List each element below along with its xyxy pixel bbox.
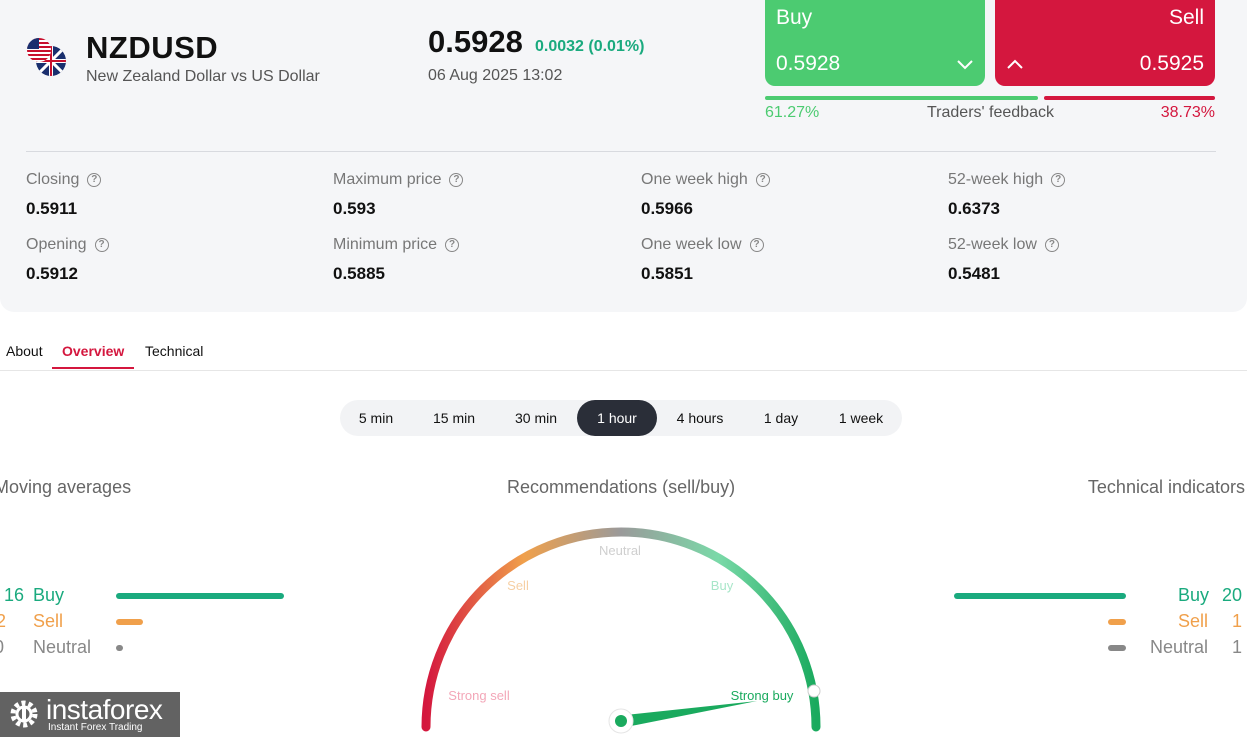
ti-neutral-bar [1108,645,1126,651]
instaforex-logo: instaforex Instant Forex Trading [0,692,180,737]
sell-button[interactable]: Sell 0.5925 [995,0,1215,86]
ma-sell-bar [116,619,143,625]
recommendation-gauge: Neutral Sell Buy Strong sell Strong buy [421,527,821,734]
ma-buy-label: Buy [33,585,65,605]
ma-neutral-count: 0 [0,637,4,658]
ti-neutral-count: 1 [1232,637,1243,657]
gauge-needle [616,701,757,727]
header-divider [26,151,1216,152]
stat-label: Minimum price [333,236,438,253]
ma-buy-count: 16 [3,585,24,605]
help-icon[interactable]: ? [755,173,770,187]
nz-us-flag-icon [27,38,66,76]
period-1-hour[interactable]: 1 hour [577,400,657,436]
gauge-label-neutral: Neutral [599,543,641,558]
help-icon[interactable]: ? [749,238,764,252]
logo-tagline: Instant Forex Trading [48,722,143,733]
gauge-label-buy: Buy [711,578,734,593]
help-icon[interactable]: ? [1044,238,1059,252]
tab-technical[interactable]: Technical [145,343,203,359]
stat-label: Opening [26,236,87,253]
stat-value: 0.5481 [948,264,1000,283]
technical-indicators-title: Technical indicators [1087,477,1245,497]
ma-neutral-label: Neutral [33,637,92,657]
instrument-name: New Zealand Dollar vs US Dollar [86,68,320,85]
gear-logo-icon [10,700,38,728]
feedback-buy-bar [765,96,1038,100]
price-change: 0.0032 (0.01%) [535,38,645,55]
stat-value: 0.6373 [948,199,1000,218]
stat-value: 0.5885 [333,264,385,283]
period-1-week[interactable]: 1 week [822,400,900,436]
help-icon[interactable]: ? [449,173,464,187]
help-icon[interactable]: ? [1051,173,1066,187]
ti-buy-bar [954,593,1126,599]
feedback-sell-bar [1044,96,1215,100]
stat-minimum-price: Minimum price? 0.5885 [333,236,460,284]
chevron-up-icon [1007,59,1023,69]
stat-label: Maximum price [333,171,442,188]
stat-one-week-low: One week low? 0.5851 [641,236,764,284]
stat-opening: Opening? 0.5912 [26,236,109,284]
ma-sell-label: Sell [33,611,64,631]
sell-price: 0.5925 [1139,52,1204,75]
period-4-hours[interactable]: 4 hours [660,400,740,436]
period-15-min[interactable]: 15 min [414,400,494,436]
gauge-label-sell: Sell [507,578,529,593]
tab-overview[interactable]: Overview [62,343,124,359]
ti-sell-count: 1 [1232,611,1243,631]
stat-value: 0.5851 [641,264,693,283]
ti-buy-label: Buy [1178,585,1210,605]
stat-label: One week low [641,236,742,253]
buy-button[interactable]: Buy 0.5928 [765,0,985,86]
buy-label: Buy [776,6,813,29]
tab-about[interactable]: About [6,343,43,359]
stat-value: 0.5911 [26,199,78,218]
timeframe-selector: 5 min 15 min 30 min 1 hour 4 hours 1 day… [340,400,902,436]
recommendations-title: Recommendations (sell/buy) [507,477,736,497]
stat-52-week-low: 52-week low? 0.5481 [948,236,1059,284]
help-icon[interactable]: ? [87,173,102,187]
stat-label: Closing [26,171,80,188]
help-icon[interactable]: ? [445,238,460,252]
moving-averages-title: Moving averages [0,477,132,497]
stat-label: One week high [641,171,748,188]
feedback-sell-percent: 38.73% [1160,104,1215,121]
instrument-header: NZDUSD New Zealand Dollar vs US Dollar 0… [0,0,1247,312]
feedback-buy-percent: 61.27% [765,104,820,121]
period-1-day[interactable]: 1 day [742,400,820,436]
stat-value: 0.5912 [26,264,78,283]
stat-label: 52-week high [948,171,1044,188]
sell-label: Sell [1168,6,1204,29]
feedback-label: Traders' feedback [927,104,1054,121]
buy-price: 0.5928 [776,52,841,75]
gauge-label-strong-buy: Strong buy [731,688,794,703]
stat-value: 0.593 [333,199,376,218]
chevron-down-icon [957,60,973,70]
quote-datetime: 06 Aug 2025 13:02 [428,67,563,84]
stat-one-week-high: One week high? 0.5966 [641,171,770,219]
stat-52-week-high: 52-week high? 0.6373 [948,171,1066,219]
ma-sell-count: 2 [0,611,6,631]
stat-closing: Closing? 0.5911 [26,171,102,219]
current-price: 0.5928 [428,24,523,59]
gauge-end-marker [807,684,821,698]
stat-maximum-price: Maximum price? 0.593 [333,171,464,219]
ti-neutral-label: Neutral [1150,637,1209,657]
help-icon[interactable]: ? [94,238,109,252]
ma-buy-bar [116,593,284,599]
period-30-min[interactable]: 30 min [496,400,576,436]
gauge-label-strong-sell: Strong sell [448,688,510,703]
tab-bar: About Overview Technical [0,334,1247,371]
stat-value: 0.5966 [641,199,693,218]
period-5-min[interactable]: 5 min [340,400,412,436]
active-tab-indicator [52,367,134,369]
ti-sell-bar [1108,619,1126,625]
stat-label: 52-week low [948,236,1037,253]
ti-sell-label: Sell [1178,611,1209,631]
ti-buy-count: 20 [1222,585,1243,605]
ma-neutral-bar [116,645,123,651]
instrument-symbol: NZDUSD [86,30,219,65]
